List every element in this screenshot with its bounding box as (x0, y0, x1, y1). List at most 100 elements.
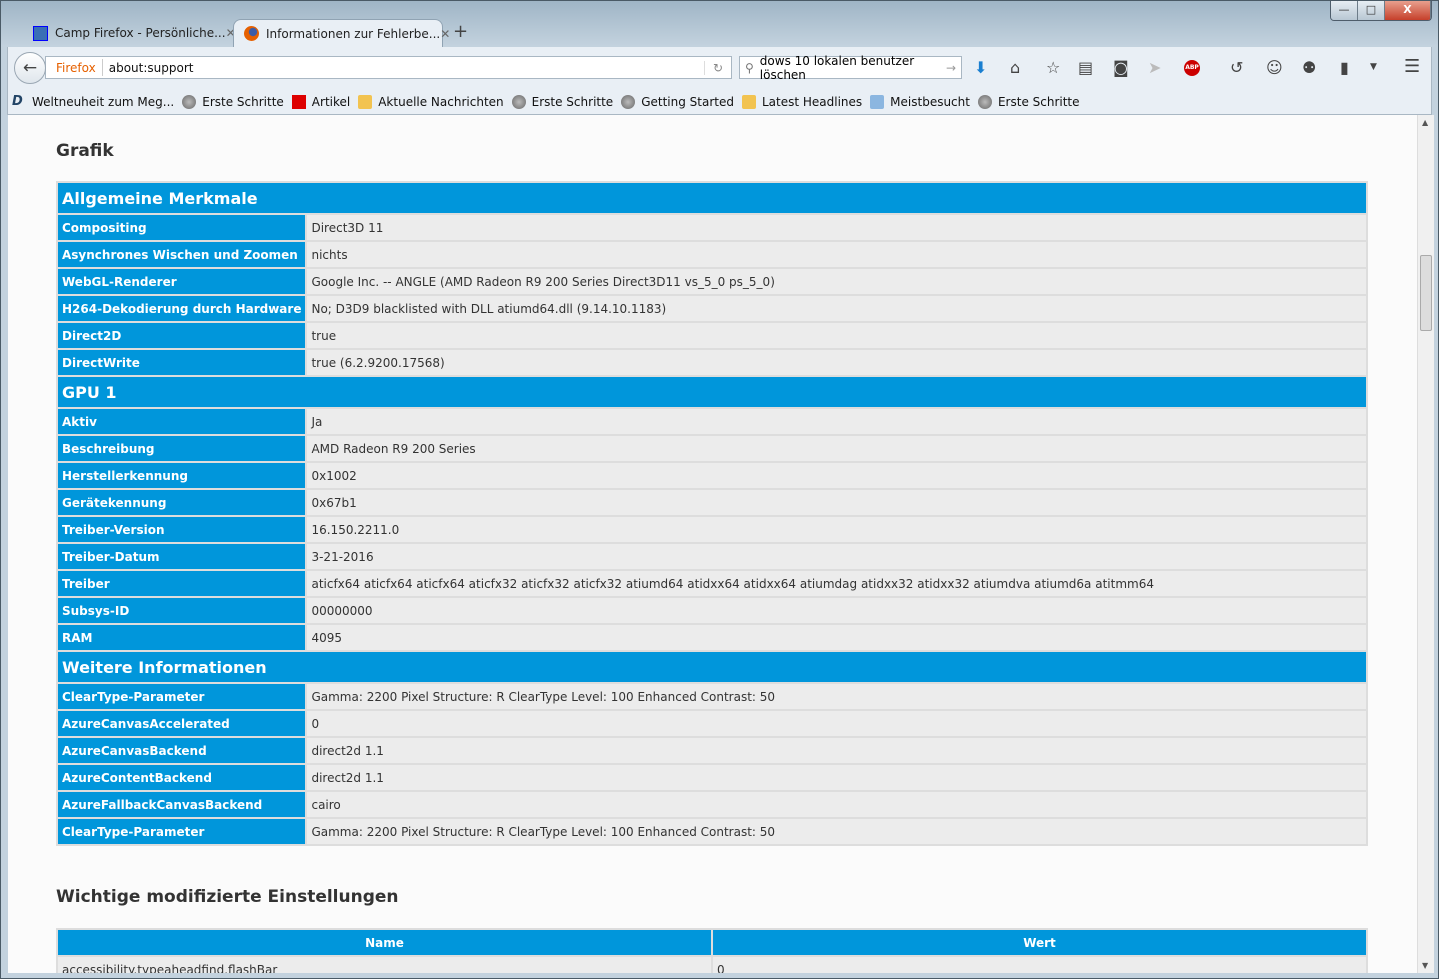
globe-icon (182, 94, 197, 109)
row-label: Asynchrones Wischen und Zoomen (55, 240, 308, 269)
row-label: AzureContentBackend (55, 763, 308, 792)
table-row: Subsys-ID 00000000 (55, 596, 1368, 625)
row-label: Herstellerkennung (55, 461, 308, 490)
bookmark-item[interactable]: Getting Started (621, 94, 734, 109)
row-value: No; D3D9 blacklisted with DLL atiumd64.d… (305, 294, 1368, 323)
table-row: Treiber-Version 16.150.2211.0 (55, 515, 1368, 544)
identity-box[interactable]: Firefox (46, 59, 103, 76)
row-value: 3-21-2016 (305, 542, 1368, 571)
row-label: Gerätekennung (55, 488, 308, 517)
close-tab-icon[interactable]: ✕ (440, 27, 450, 41)
row-label: Treiber-Version (55, 515, 308, 544)
section-header: Allgemeine Merkmale (56, 181, 1368, 215)
table-row: Asynchrones Wischen und Zoomen nichts (55, 240, 1368, 269)
nav-bar: Firefox about:support ↻ ← ⚲ dows 10 loka… (7, 47, 1432, 89)
row-value: Google Inc. -- ANGLE (AMD Radeon R9 200 … (305, 267, 1368, 296)
bookmark-label: Weltneuheit zum Meg... (32, 94, 175, 109)
minimize-button[interactable]: — (1331, 1, 1358, 20)
row-value: 16.150.2211.0 (305, 515, 1368, 544)
tab-camp-firefox[interactable]: Camp Firefox - Persönliche... ✕ (23, 19, 236, 47)
row-label: AzureCanvasBackend (55, 736, 308, 765)
row-label: Aktiv (55, 407, 308, 436)
bookmark-label: Aktuelle Nachrichten (378, 94, 504, 109)
pocket-icon[interactable]: ◙ (1113, 58, 1129, 77)
row-value: nichts (305, 240, 1368, 269)
scroll-down-icon[interactable]: ▼ (1422, 961, 1428, 970)
table-row: Treiber aticfx64 aticfx64 aticfx64 aticfx… (55, 569, 1368, 598)
row-value: 0x67b1 (305, 488, 1368, 517)
most-visited-icon (870, 94, 885, 109)
bookmark-item[interactable]: D Weltneuheit zum Meg... (12, 94, 175, 109)
tab-support[interactable]: Informationen zur Fehlerbe... ✕ (233, 19, 450, 47)
row-label: RAM (55, 623, 308, 652)
row-label: Compositing (55, 213, 308, 242)
bookmark-star-icon[interactable]: ☆ (1046, 58, 1060, 77)
table-row: DirectWrite true (6.2.9200.17568) (55, 348, 1368, 377)
maximize-button[interactable]: □ (1358, 1, 1385, 20)
row-value: direct2d 1.1 (305, 736, 1368, 765)
rss-icon (358, 94, 373, 109)
globe-icon (977, 94, 992, 109)
section-title-prefs: Wichtige modifizierte Einstellungen (56, 887, 399, 907)
row-value: Ja (305, 407, 1368, 436)
table-row: RAM 4095 (55, 623, 1368, 652)
clipboard-icon[interactable]: ▮ (1340, 58, 1349, 77)
table-row: Herstellerkennung 0x1002 (55, 461, 1368, 490)
bookmark-item[interactable]: Meistbesucht (870, 94, 970, 109)
extension-icon[interactable]: ⚉ (1302, 58, 1316, 77)
bookmark-item[interactable]: Latest Headlines (741, 94, 863, 109)
bookmark-item[interactable]: Artikel (291, 94, 350, 109)
row-value: Gamma: 2200 Pixel Structure: R ClearType… (305, 682, 1368, 711)
row-value: 0 (305, 709, 1368, 738)
table-row: ClearType-Parameter Gamma: 2200 Pixel Str… (55, 682, 1368, 711)
rss-icon (741, 94, 756, 109)
overflow-dropdown-icon[interactable]: ▼ (1370, 62, 1377, 72)
history-icon[interactable]: ↺ (1230, 58, 1243, 77)
graphics-table: Allgemeine Merkmale Compositing Direct3D 1… (55, 181, 1368, 846)
row-value: true (305, 321, 1368, 350)
close-window-button[interactable]: X (1385, 1, 1431, 20)
table-row: Beschreibung AMD Radeon R9 200 Series (55, 434, 1368, 463)
home-icon[interactable]: ⌂ (1010, 58, 1020, 77)
bookmarks-toolbar: D Weltneuheit zum Meg... Erste Schritte Art… (7, 89, 1432, 115)
table-row: AzureFallbackCanvasBackend cairo (55, 790, 1368, 819)
scrollbar-thumb[interactable] (1420, 255, 1432, 331)
search-go-icon[interactable]: → (946, 61, 956, 75)
bookmark-label: Latest Headlines (761, 94, 863, 109)
table-row: Aktiv Ja (55, 407, 1368, 436)
adblock-plus-icon[interactable]: ABP (1184, 60, 1200, 76)
row-value: direct2d 1.1 (305, 763, 1368, 792)
reload-icon[interactable]: ↻ (703, 60, 731, 75)
bookmark-label: Erste Schritte (997, 94, 1080, 109)
chat-icon[interactable]: ☺ (1266, 58, 1283, 77)
page-content: Grafik Allgemeine Merkmale Compositing Dir… (8, 115, 1417, 973)
reading-list-icon[interactable]: ▤ (1078, 58, 1093, 77)
row-value: Direct3D 11 (305, 213, 1368, 242)
globe-icon (511, 94, 526, 109)
table-row: Treiber-Datum 3-21-2016 (55, 542, 1368, 571)
bookmark-label: Meistbesucht (890, 94, 970, 109)
bookmark-item[interactable]: Erste Schritte (977, 94, 1080, 109)
back-button[interactable]: ← (14, 52, 46, 84)
scrollbar[interactable]: ▲ ▼ (1417, 115, 1434, 973)
download-icon[interactable]: ⬇ (974, 58, 987, 77)
browser-window: — □ X Camp Firefox - Persönliche... ✕ In… (0, 0, 1439, 979)
scroll-up-icon[interactable]: ▲ (1422, 118, 1428, 127)
menu-icon[interactable]: ☰ (1404, 56, 1420, 77)
row-value: true (6.2.9200.17568) (305, 348, 1368, 377)
row-label: DirectWrite (55, 348, 308, 377)
new-tab-button[interactable]: + (453, 21, 468, 42)
row-label: AzureFallbackCanvasBackend (55, 790, 308, 819)
window-controls: — □ X (1330, 1, 1432, 21)
table-row: AzureContentBackend direct2d 1.1 (55, 763, 1368, 792)
url-bar[interactable]: Firefox about:support ↻ (45, 56, 732, 79)
search-input[interactable]: ⚲ dows 10 lokalen benutzer löschen → (739, 54, 962, 82)
site-favicon-icon (291, 94, 306, 109)
bookmark-label: Getting Started (641, 94, 734, 109)
bookmark-item[interactable]: Erste Schritte (511, 94, 613, 109)
send-icon[interactable]: ➤ (1148, 58, 1161, 77)
column-header-name: Name (56, 928, 713, 957)
bookmark-item[interactable]: Erste Schritte (182, 94, 284, 109)
bookmark-item[interactable]: Aktuelle Nachrichten (358, 94, 504, 109)
url-input[interactable]: about:support (103, 61, 194, 75)
